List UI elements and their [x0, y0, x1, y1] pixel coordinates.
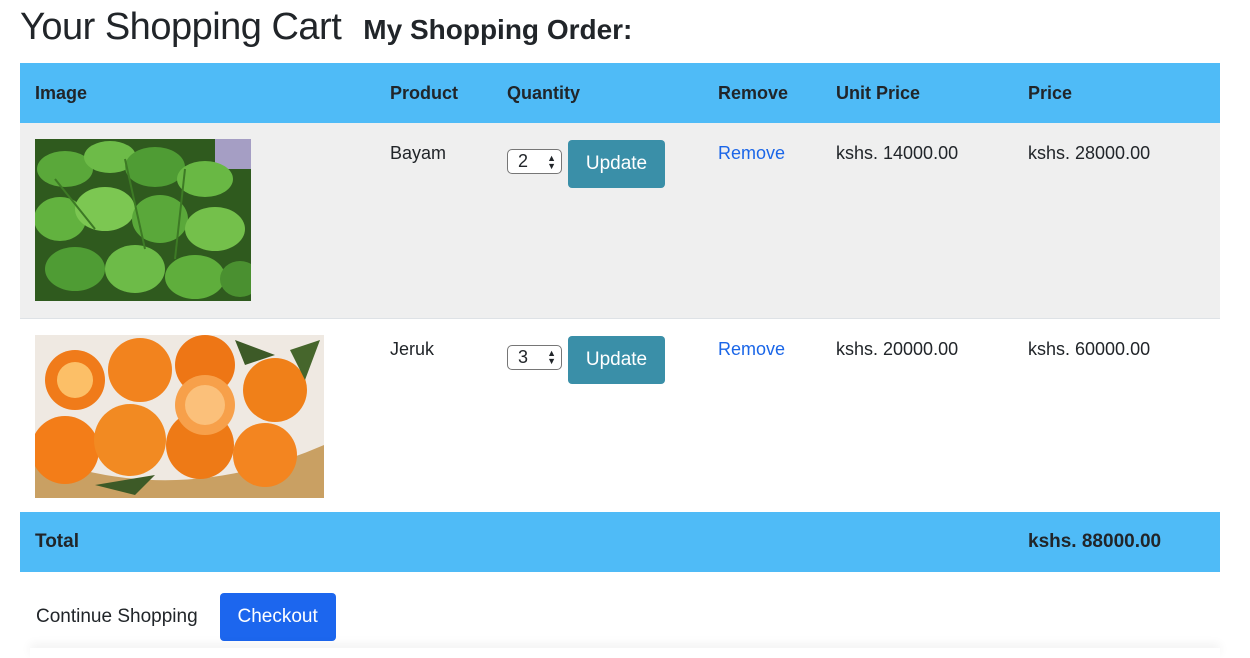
table-row: Jeruk 3 ▲ ▼ Update Remove kshs. 20000.00 …: [20, 318, 1220, 512]
quantity-stepper[interactable]: 2 ▲ ▼: [507, 149, 562, 174]
column-header-product: Product: [390, 82, 459, 103]
orange-image: [35, 334, 324, 498]
column-header-price: Price: [1028, 82, 1073, 103]
unit-price: kshs. 14000.00: [836, 143, 959, 163]
line-price: kshs. 28000.00: [1028, 143, 1151, 163]
quantity-stepper[interactable]: 3 ▲ ▼: [507, 344, 562, 370]
stepper-arrows-icon[interactable]: ▲ ▼: [547, 349, 556, 366]
checkout-button[interactable]: Checkout: [219, 593, 336, 641]
cart-actions: Continue Shopping Checkout: [36, 593, 336, 641]
update-button[interactable]: Update: [568, 140, 665, 188]
quantity-control: 3 ▲ ▼ Update: [507, 335, 718, 384]
product-name: Bayam: [390, 143, 447, 163]
column-header-remove: Remove: [718, 82, 789, 103]
total-value: kshs. 88000.00: [1028, 531, 1162, 552]
page-header: Your Shopping Cart My Shopping Order:: [20, 6, 632, 49]
quantity-value: 3: [518, 346, 529, 367]
continue-shopping-link[interactable]: Continue Shopping: [36, 606, 198, 628]
table-row: Bayam 2 ▲ ▼ Update Remove kshs. 14000.00 …: [20, 123, 1220, 318]
update-button[interactable]: Update: [568, 335, 665, 384]
unit-price: kshs. 20000.00: [836, 338, 959, 359]
quantity-value: 2: [518, 151, 529, 171]
product-name: Jeruk: [390, 338, 435, 359]
remove-link[interactable]: Remove: [718, 140, 836, 164]
table-header: Image Product Quantity Remove Unit Price…: [20, 63, 1220, 123]
product-image-cell: [20, 123, 390, 318]
cart-table: Image Product Quantity Remove Unit Price…: [20, 63, 1220, 572]
footer-shadow: [30, 648, 1220, 658]
table-footer: Total kshs. 88000.00: [20, 512, 1220, 572]
page-title: Your Shopping Cart: [20, 6, 342, 48]
total-label: Total: [35, 531, 79, 552]
remove-link[interactable]: Remove: [718, 336, 836, 360]
column-header-quantity: Quantity: [507, 82, 581, 103]
column-header-image: Image: [35, 82, 88, 103]
spinach-image: [35, 139, 251, 301]
quantity-control: 2 ▲ ▼ Update: [507, 140, 718, 188]
order-subtitle: My Shopping Order:: [363, 14, 633, 45]
stepper-arrows-icon[interactable]: ▲ ▼: [547, 153, 556, 170]
column-header-unit-price: Unit Price: [836, 82, 921, 103]
line-price: kshs. 60000.00: [1028, 338, 1151, 359]
product-image-cell: [20, 318, 390, 512]
